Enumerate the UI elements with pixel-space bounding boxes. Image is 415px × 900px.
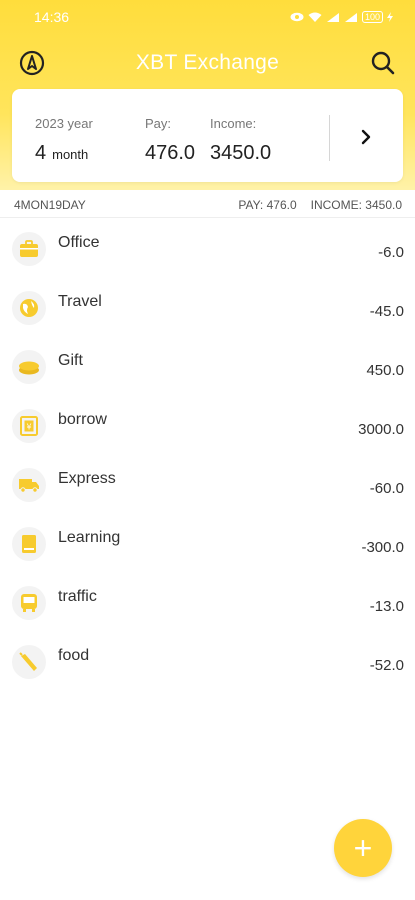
day-label: 4MON19DAY <box>14 197 86 212</box>
charging-icon <box>387 12 393 22</box>
record-amount: -13.0 <box>369 598 404 615</box>
svg-text:¥: ¥ <box>26 423 31 432</box>
summary-divider <box>329 115 330 161</box>
monthly-summary-card[interactable]: 2023 year 4 month Pay: 476.0 Income: 3450… <box>12 89 403 182</box>
record-name: traffic <box>58 588 97 605</box>
briefcase-icon <box>12 232 46 266</box>
coin-icon <box>12 350 46 384</box>
record-name: Gift <box>58 352 83 369</box>
book-icon <box>12 527 46 561</box>
list-item[interactable]: food -52.0 <box>0 635 415 694</box>
record-name: Travel <box>58 293 102 310</box>
add-record-button[interactable]: + <box>334 819 392 877</box>
record-amount: -52.0 <box>369 657 404 674</box>
compass-icon[interactable] <box>18 49 46 77</box>
day-header: 4MON19DAY PAY: 476.0 INCOME: 3450.0 <box>0 192 415 218</box>
status-time: 14:36 <box>34 9 70 25</box>
record-name: Learning <box>58 529 121 546</box>
record-amount: -300.0 <box>361 539 404 556</box>
list-item[interactable]: Express -60.0 <box>0 458 415 517</box>
record-amount: -45.0 <box>369 303 404 320</box>
day-pay: PAY: 476.0 <box>238 197 297 212</box>
status-bar: 14:36 100 <box>0 0 415 34</box>
search-icon[interactable] <box>369 49 397 77</box>
bus-icon <box>12 586 46 620</box>
list-item[interactable]: Gift 450.0 <box>0 340 415 399</box>
record-amount: -6.0 <box>378 244 404 261</box>
list-item[interactable]: Travel -45.0 <box>0 281 415 340</box>
record-amount: 3000.0 <box>358 421 404 438</box>
day-totals: PAY: 476.0 INCOME: 3450.0 <box>238 198 402 212</box>
list-item[interactable]: traffic -13.0 <box>0 576 415 635</box>
day-income: INCOME: 3450.0 <box>310 197 402 212</box>
status-icons: 100 <box>290 11 393 23</box>
summary-income-value: 3450.0 <box>210 142 272 164</box>
truck-icon <box>12 468 46 502</box>
summary-pay-value: 476.0 <box>145 142 196 164</box>
summary-month: 4 month <box>35 142 88 165</box>
summary-year: 2023 year <box>35 116 93 131</box>
app-bar: XBT Exchange <box>0 40 415 86</box>
summary-pay-label: Pay: <box>145 116 172 131</box>
record-name: Express <box>58 470 116 487</box>
globe-icon <box>12 291 46 325</box>
summary-month-number: 4 <box>35 142 47 164</box>
chevron-right-icon[interactable] <box>354 125 378 149</box>
record-name: borrow <box>58 411 107 428</box>
yen-note-icon: ¥ <box>12 409 46 443</box>
signal-icon <box>344 12 357 22</box>
list-item[interactable]: Learning -300.0 <box>0 517 415 576</box>
wifi-icon <box>308 12 322 22</box>
record-amount: 450.0 <box>366 362 404 379</box>
summary-month-unit: month <box>52 147 89 162</box>
record-name: food <box>58 647 90 664</box>
list-item[interactable]: Office -6.0 <box>0 222 415 281</box>
signal-icon <box>326 12 339 22</box>
record-list: Office -6.0 Travel -45.0 Gift 450.0 ¥ bo… <box>0 222 415 694</box>
summary-income-label: Income: <box>210 116 257 131</box>
battery-icon: 100 <box>361 11 383 23</box>
eye-icon <box>290 12 304 22</box>
list-item[interactable]: ¥ borrow 3000.0 <box>0 399 415 458</box>
record-amount: -60.0 <box>369 480 404 497</box>
record-name: Office <box>58 234 100 251</box>
food-icon <box>12 645 46 679</box>
app-title: XBT Exchange <box>135 51 280 74</box>
